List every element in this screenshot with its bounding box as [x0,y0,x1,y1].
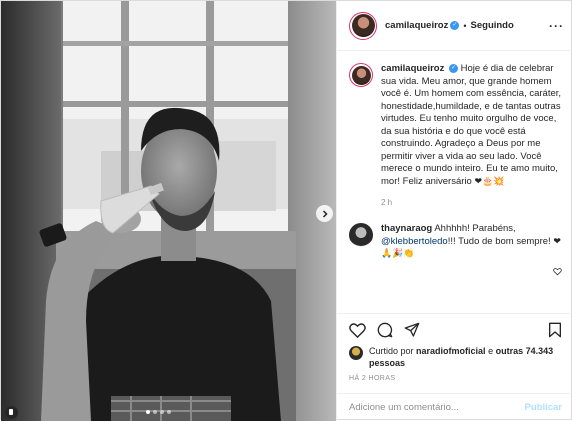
likes-text: Curtido por naradiofmoficial e outras 74… [369,345,564,369]
comments-section: camilaqueiroz ✓ Hoje é dia de celebrar s… [337,51,572,313]
carousel-dots [146,410,171,414]
carousel-next-button[interactable] [316,205,333,222]
comment-like-heart-icon[interactable] [553,267,562,276]
publish-button[interactable]: Publicar [525,402,563,413]
post-photo[interactable] [1,1,336,421]
caption: camilaqueiroz ✓ Hoje é dia de celebrar s… [349,63,562,207]
comment-bubble-icon[interactable] [377,322,393,338]
liker-username[interactable]: naradiofmoficial [416,346,486,356]
caption-time: 2 h [381,198,393,207]
carousel-dot [167,410,171,414]
comment-input[interactable] [349,402,525,413]
comment: thaynaraog Ahhhhh! Parabéns, @klebbertol… [349,223,562,261]
commenter-avatar[interactable] [349,223,373,247]
verified-badge-icon: ✓ [450,21,460,30]
like-heart-icon[interactable] [349,322,366,338]
verified-badge-icon: ✓ [449,63,458,73]
tagged-users-button[interactable] [5,406,18,419]
carousel-dot-active [146,410,150,414]
caption-text: camilaqueiroz ✓ Hoje é dia de celebrar s… [381,63,563,188]
following-button[interactable]: Seguindo [471,20,514,31]
photo-image [1,1,336,421]
liker-avatar[interactable] [349,346,363,360]
likes-summary: Curtido por naradiofmoficial e outras 74… [349,345,564,369]
likes-middle: e [488,346,494,356]
comment-mention[interactable]: @klebbertoledo [381,236,448,247]
author-avatar[interactable] [349,11,377,40]
comment-body-start: Ahhhhh! Parabéns, [434,223,516,234]
author-username[interactable]: camilaqueiroz [385,20,448,31]
caption-emojis: ❤🎂💥 [474,176,505,187]
header-separator: • [463,20,467,31]
caption-body: Hoje é dia de celebrar sua vida. Meu amo… [381,63,562,187]
carousel-dot [160,410,164,414]
caption-author-avatar[interactable] [349,63,373,87]
post-header: camilaqueiroz ✓ • Seguindo ··· [337,1,572,51]
instagram-post: camilaqueiroz ✓ • Seguindo ··· camilaque… [0,0,572,421]
comment-author[interactable]: thaynaraog [381,223,432,234]
caption-author[interactable]: camilaqueiroz [381,63,444,74]
post-timestamp[interactable]: HÁ 2 HORAS [349,375,395,382]
comment-body-end: !!! Tudo de bom sempre! [447,235,551,247]
add-comment-bar: Publicar [337,393,572,421]
action-bar [337,313,572,345]
post-panel: camilaqueiroz ✓ • Seguindo ··· camilaque… [336,1,572,421]
save-bookmark-icon[interactable] [548,322,562,338]
share-paper-plane-icon[interactable] [404,322,420,338]
chevron-right-icon [322,209,328,218]
likes-prefix: Curtido por [369,346,414,356]
carousel-dot [153,410,157,414]
comment-text: thaynaraog Ahhhhh! Parabéns, @klebbertol… [381,223,562,261]
more-horizontal-icon[interactable]: ··· [549,19,564,33]
